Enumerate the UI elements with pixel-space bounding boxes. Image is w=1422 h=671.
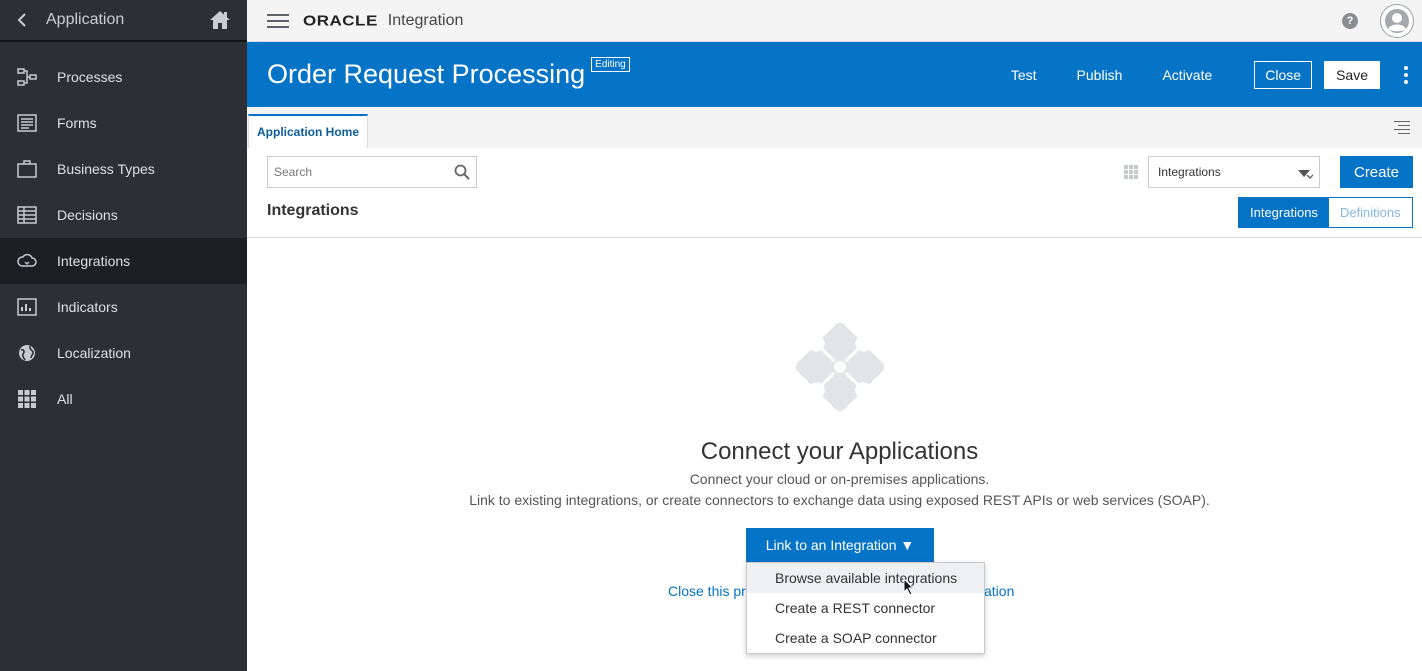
link-integration-menu: Browse available integrations Create a R… xyxy=(746,562,985,654)
search-input[interactable] xyxy=(268,157,448,187)
sidebar-item-label: All xyxy=(57,391,73,407)
type-filter-value: Integrations xyxy=(1158,165,1221,179)
editing-badge: Editing xyxy=(591,57,630,72)
view-segmented-control: Integrations Definitions xyxy=(1238,197,1413,228)
empty-state-title: Connect your Applications xyxy=(700,438,979,465)
menu-item-create-rest-connector[interactable]: Create a REST connector xyxy=(747,593,984,623)
sidebar-title: Application xyxy=(46,11,125,28)
create-button[interactable]: Create xyxy=(1340,156,1413,188)
divider xyxy=(247,237,1422,238)
tab-bar: Application Home xyxy=(247,107,1422,148)
sidebar-item-decisions[interactable]: Decisions xyxy=(0,192,247,238)
processes-icon xyxy=(17,67,37,87)
menu-item-create-soap-connector[interactable]: Create a SOAP connector xyxy=(747,623,984,653)
more-options-icon[interactable] xyxy=(1396,65,1416,84)
sidebar-item-label: Integrations xyxy=(57,253,131,269)
page-title: Order Request Processing xyxy=(267,59,586,89)
sidebar-header: Application xyxy=(0,0,247,42)
oracle-logo: ORACLE xyxy=(303,12,378,29)
cloud-icon xyxy=(17,251,37,271)
sidebar: Application Processes Forms Business Typ… xyxy=(0,0,247,671)
help-icon[interactable]: ? xyxy=(1342,12,1358,29)
hamburger-menu-icon[interactable] xyxy=(267,13,289,28)
forms-icon xyxy=(17,113,37,133)
search-field[interactable] xyxy=(267,156,477,188)
tab-list-icon[interactable] xyxy=(1394,121,1410,134)
sidebar-item-indicators[interactable]: Indicators xyxy=(0,284,247,330)
apps-grid-icon xyxy=(17,389,37,409)
tab-application-home[interactable]: Application Home xyxy=(248,114,369,148)
link-integration-button[interactable]: Link to an Integration ▼ xyxy=(746,528,934,562)
globe-icon xyxy=(17,343,37,363)
sidebar-item-business-types[interactable]: Business Types xyxy=(0,146,247,192)
section-title: Integrations xyxy=(267,202,359,219)
segment-integrations[interactable]: Integrations xyxy=(1239,198,1329,227)
sidebar-item-all[interactable]: All xyxy=(0,376,247,422)
type-filter-select[interactable]: Integrations xyxy=(1148,156,1320,188)
decision-table-icon xyxy=(17,205,37,225)
close-prompt-link[interactable]: Close this pr xyxy=(668,583,746,599)
sidebar-item-label: Decisions xyxy=(57,207,118,223)
empty-state-description-2: Link to existing integrations, or create… xyxy=(469,492,1210,508)
search-icon[interactable] xyxy=(448,164,476,180)
chevron-down-icon xyxy=(1297,168,1314,182)
sidebar-item-localization[interactable]: Localization xyxy=(0,330,247,376)
app-header: Order Request Processing Editing Test Pu… xyxy=(247,42,1422,107)
sidebar-item-label: Business Types xyxy=(57,161,155,177)
sidebar-item-label: Indicators xyxy=(57,299,118,315)
product-name: Integration xyxy=(387,11,464,29)
mouse-cursor-icon xyxy=(903,578,915,596)
sidebar-item-integrations[interactable]: Integrations xyxy=(0,238,247,284)
grid-view-icon[interactable] xyxy=(1124,165,1138,179)
sidebar-item-processes[interactable]: Processes xyxy=(0,54,247,100)
sidebar-item-label: Processes xyxy=(57,69,123,85)
close-prompt-link-tail[interactable]: ation xyxy=(984,583,1014,599)
menu-item-browse-integrations[interactable]: Browse available integrations xyxy=(747,563,984,593)
sidebar-item-forms[interactable]: Forms xyxy=(0,100,247,146)
briefcase-icon xyxy=(17,159,37,179)
activate-button[interactable]: Activate xyxy=(1162,67,1212,83)
puzzle-icon xyxy=(791,318,889,416)
close-button[interactable]: Close xyxy=(1254,60,1313,89)
publish-button[interactable]: Publish xyxy=(1077,67,1123,83)
sidebar-item-label: Forms xyxy=(57,115,97,131)
empty-state-description: Connect your cloud or on-premises applic… xyxy=(689,471,990,487)
test-button[interactable]: Test xyxy=(1011,67,1037,83)
home-icon[interactable] xyxy=(207,7,233,33)
segment-definitions[interactable]: Definitions xyxy=(1328,198,1412,227)
top-bar: ORACLE Integration ? xyxy=(247,0,1422,42)
avatar[interactable] xyxy=(1380,3,1414,38)
sidebar-item-label: Localization xyxy=(57,345,131,361)
save-button[interactable]: Save xyxy=(1324,60,1380,89)
sidebar-nav: Processes Forms Business Types Decisions… xyxy=(0,54,247,422)
back-arrow-icon[interactable] xyxy=(12,10,32,30)
chart-icon xyxy=(17,297,37,317)
